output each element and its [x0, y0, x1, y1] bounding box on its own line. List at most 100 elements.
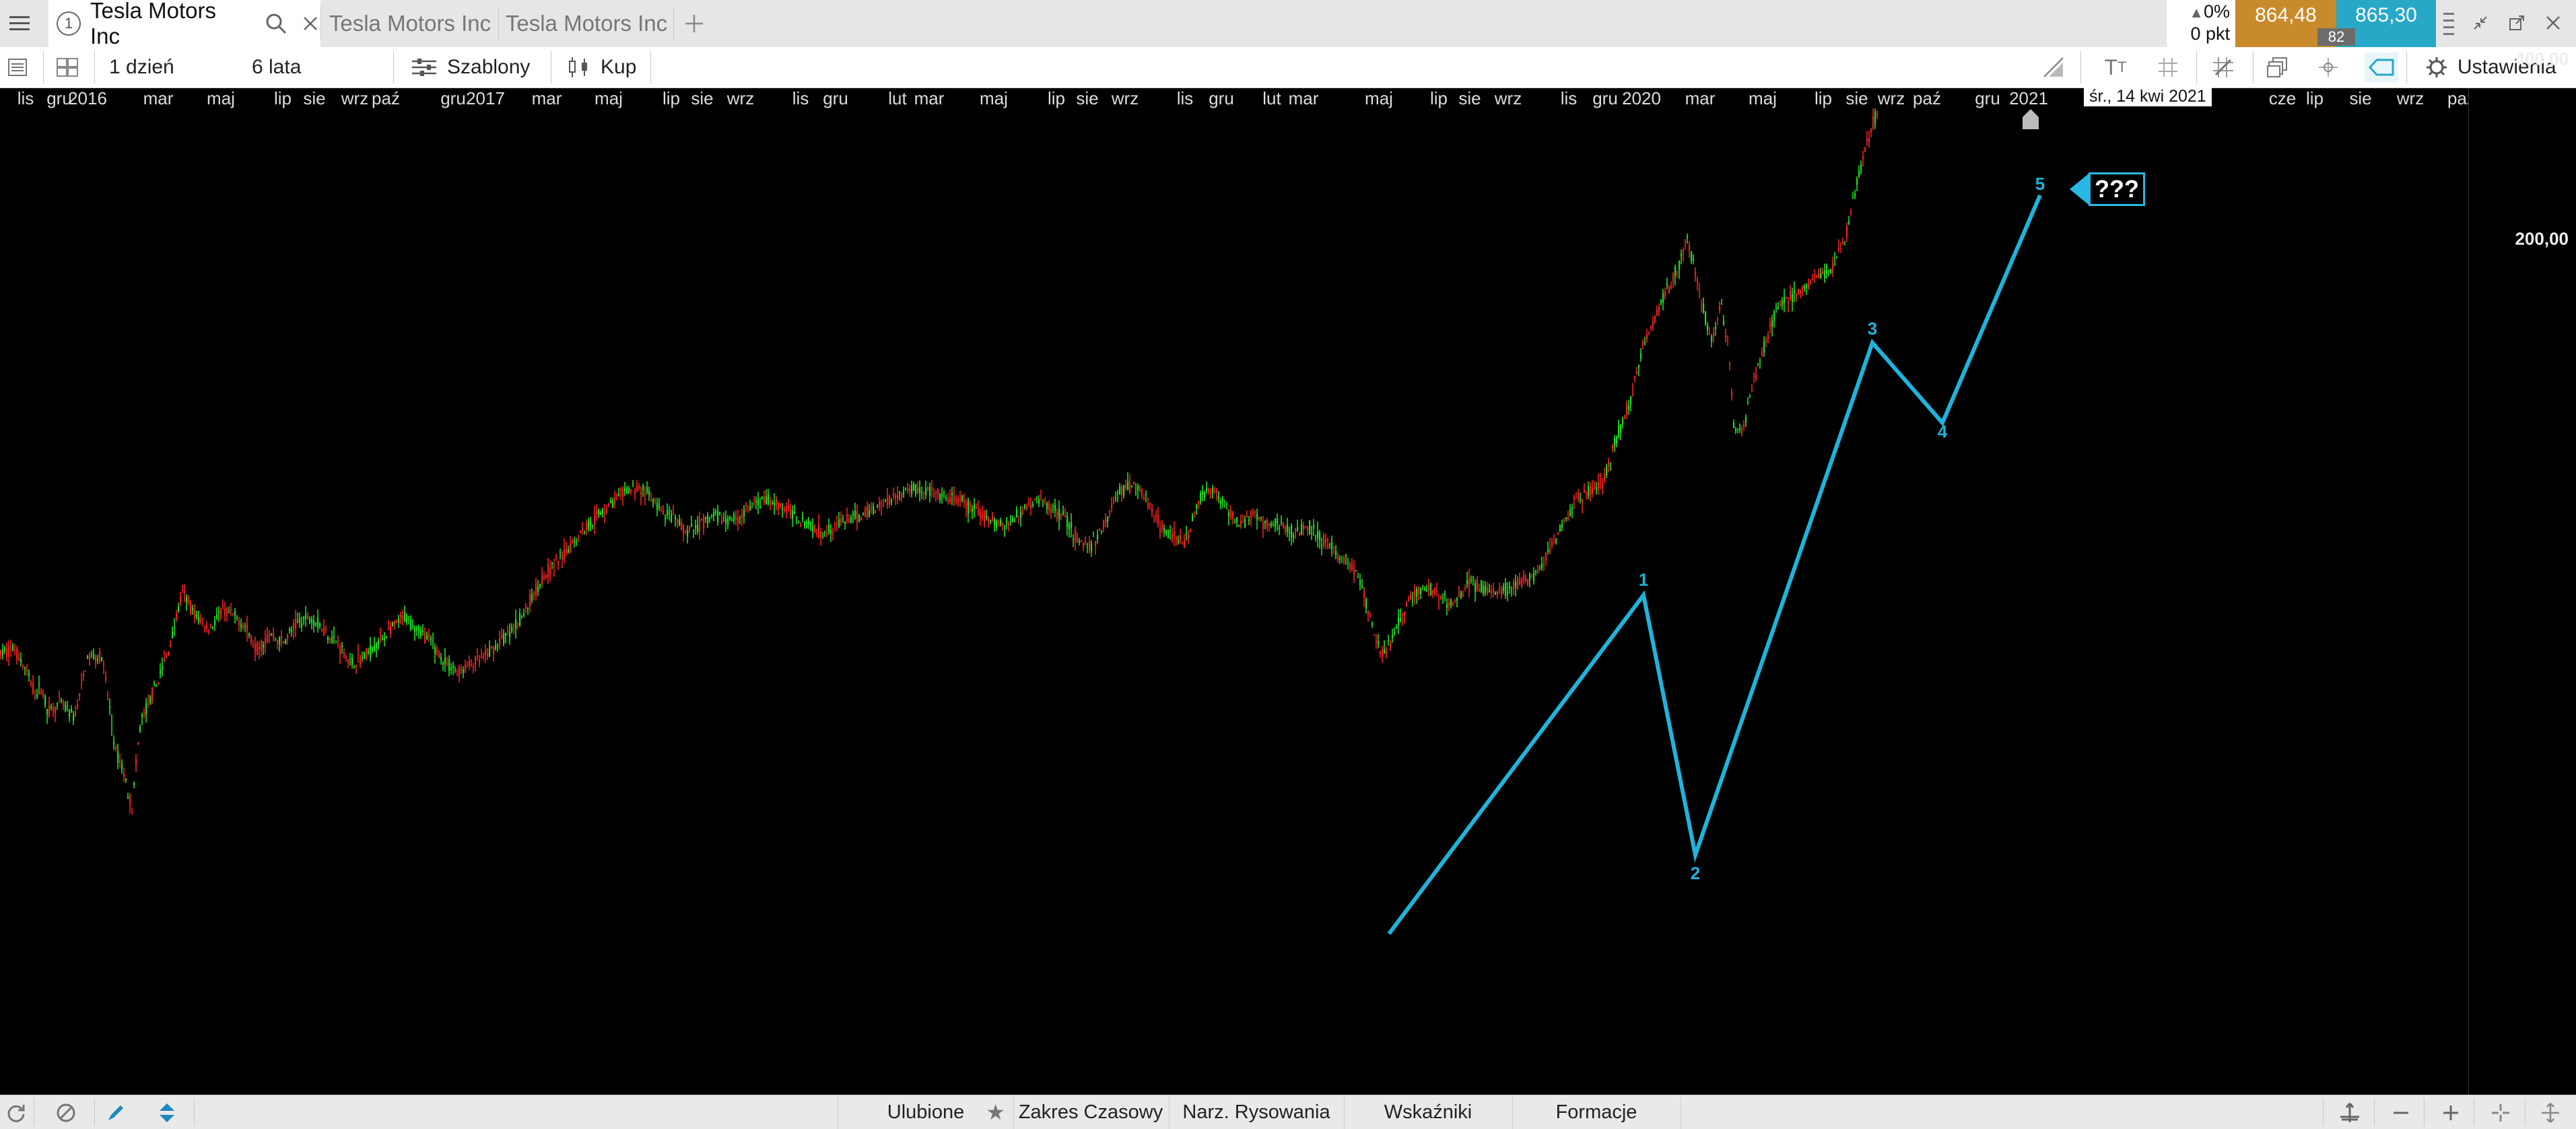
candle-body [1499, 589, 1501, 590]
candle-body [1503, 586, 1505, 591]
popout-icon[interactable] [2503, 9, 2530, 36]
candle-body [1311, 533, 1313, 534]
candle-body [594, 514, 596, 524]
candle-body [325, 629, 327, 630]
candle-body [1616, 436, 1618, 444]
candle-body [1775, 307, 1777, 310]
candle-body [994, 519, 996, 526]
hamburger-menu-icon[interactable] [4, 8, 35, 39]
menu-dots-icon[interactable] [2439, 5, 2459, 42]
candle-body [101, 657, 103, 661]
candle-body [1402, 614, 1404, 616]
indicators-tab[interactable]: Wskaźniki [1344, 1095, 1513, 1129]
time-range-tab[interactable]: Zakres Czasowy [1013, 1095, 1170, 1129]
minimize-icon[interactable] [2467, 9, 2494, 36]
candle-body [186, 596, 188, 603]
candle-body [1571, 507, 1573, 510]
zoom-out-icon[interactable] [2389, 1101, 2413, 1125]
crosshair-grid-icon[interactable] [2210, 54, 2237, 81]
price-axis[interactable]: 1 200,001 000,00800,00600,00400,00200,00 [2468, 48, 2576, 1095]
candle-body [436, 648, 438, 653]
candle-body [456, 671, 459, 673]
price-chart[interactable]: 1 2 3 4 5 [0, 108, 2468, 1095]
up-down-arrows-icon[interactable] [155, 1101, 179, 1125]
pencil-icon[interactable] [104, 1101, 128, 1125]
candle-body [1167, 530, 1170, 539]
wave-target-label[interactable]: ??? [2070, 172, 2145, 206]
crosshair-icon[interactable] [2488, 1101, 2513, 1125]
patterns-tab[interactable]: Formacje [1512, 1095, 1681, 1129]
no-entry-icon[interactable] [54, 1101, 78, 1125]
candle-body [1555, 538, 1557, 543]
close-window-icon[interactable] [2540, 9, 2567, 36]
candle-body [982, 514, 984, 518]
candle-body [1384, 649, 1386, 654]
candle-body [917, 487, 919, 493]
candle-body [73, 714, 75, 721]
buy-order-button[interactable]: Kup [567, 47, 636, 88]
fit-vertical-icon[interactable] [2538, 1101, 2563, 1125]
candle-body [61, 700, 63, 702]
magnet-tool-icon[interactable] [2315, 54, 2342, 81]
candle-body [228, 611, 230, 613]
candle-body [151, 687, 154, 702]
tab-tesla-3[interactable]: Tesla Motors Inc [500, 0, 673, 47]
candle-body [624, 487, 626, 491]
interval-select[interactable]: 1 dzień [109, 47, 174, 88]
candle-body [1105, 519, 1107, 524]
candle-body [1174, 531, 1176, 537]
candle-body [1095, 541, 1097, 546]
candle-body [1466, 580, 1468, 585]
tab-tesla-1[interactable]: 1 Tesla Motors Inc [48, 0, 320, 48]
candle-body [1333, 553, 1335, 554]
candle-body [509, 631, 511, 638]
candle-body [382, 638, 384, 640]
refresh-icon[interactable] [4, 1101, 28, 1125]
add-tab-icon[interactable] [680, 9, 708, 38]
elliott-wave-line[interactable] [1387, 194, 2042, 935]
candle-body [873, 506, 875, 514]
candle-body [1656, 308, 1658, 316]
time-axis-label: maj [207, 88, 235, 108]
candle-body [984, 510, 986, 523]
favorites-tab[interactable]: Ulubione ★ [838, 1095, 1014, 1129]
candle-body [689, 527, 691, 530]
layout-grid-icon[interactable] [55, 55, 79, 79]
close-tab-icon[interactable] [300, 13, 320, 34]
candle-body [1602, 481, 1604, 489]
candle-body [1711, 336, 1713, 341]
candle-body [519, 613, 521, 626]
candle-body [198, 617, 200, 623]
text-tool-icon[interactable]: TT [2101, 54, 2130, 81]
candle-body [1060, 514, 1062, 516]
grid-icon[interactable] [2155, 54, 2181, 81]
candle-body [452, 665, 454, 669]
candle-body [20, 659, 22, 663]
time-axis-label: gru [1592, 88, 1618, 108]
time-axis-label: sie [691, 88, 714, 108]
bottom-bar: Ulubione ★ Zakres Czasowy Narz. Rysowani… [0, 1095, 2576, 1129]
search-icon[interactable] [264, 11, 288, 36]
move-icon[interactable] [2338, 1101, 2362, 1125]
buy-order-label: Kup [601, 56, 637, 78]
tab-tesla-2[interactable]: Tesla Motors Inc [323, 0, 497, 47]
candle-body [503, 633, 505, 644]
list-icon[interactable] [5, 55, 30, 79]
candle-body [1596, 487, 1598, 490]
range-select[interactable]: 6 lata [252, 47, 301, 88]
candle-body [1400, 618, 1402, 621]
candle-body [1382, 649, 1384, 656]
copy-windows-icon[interactable] [2264, 54, 2291, 81]
candle-body [679, 519, 681, 526]
zoom-in-icon[interactable] [2439, 1101, 2463, 1125]
candle-body [1549, 547, 1551, 553]
label-tag-icon[interactable] [2365, 53, 2398, 82]
trendline-tool-icon[interactable] [2040, 54, 2067, 81]
candle-body [620, 489, 622, 491]
templates-button[interactable]: Szablony [411, 47, 530, 88]
candle-body [309, 619, 311, 622]
candle-body [14, 650, 16, 652]
candle-body [212, 627, 214, 628]
drawing-tools-tab[interactable]: Narz. Rysowania [1169, 1095, 1345, 1129]
candle-body [327, 637, 329, 640]
